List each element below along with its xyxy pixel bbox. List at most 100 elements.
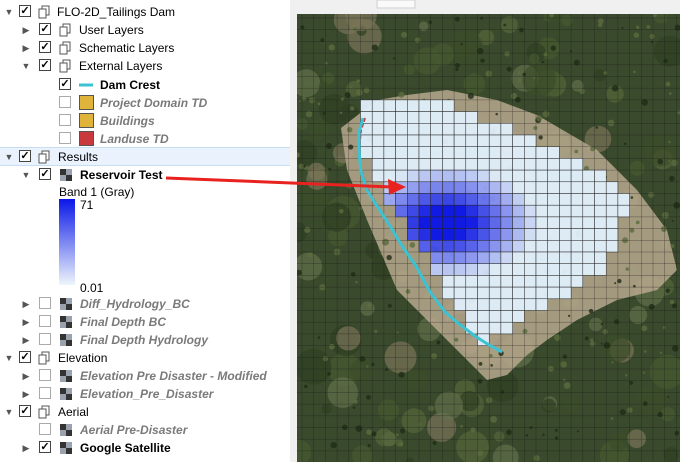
layer-checkbox[interactable]: ✓ bbox=[39, 41, 51, 53]
layer-checkbox[interactable] bbox=[39, 387, 51, 399]
tree-dot bbox=[588, 308, 594, 314]
expand-icon[interactable]: ▶ bbox=[21, 334, 31, 346]
layer-checkbox[interactable] bbox=[39, 369, 51, 381]
depth-cell bbox=[500, 251, 513, 264]
depth-cell bbox=[430, 240, 443, 253]
depth-cell bbox=[407, 204, 420, 218]
terrain-patch bbox=[307, 162, 326, 181]
layer-checkbox[interactable] bbox=[59, 96, 71, 108]
tree-dot bbox=[543, 52, 548, 57]
expand-icon[interactable]: ▶ bbox=[21, 24, 31, 36]
depth-cell bbox=[465, 181, 478, 194]
tree-dot bbox=[387, 303, 392, 308]
layer-checkbox[interactable]: ✓ bbox=[39, 23, 51, 35]
terrain-patch bbox=[603, 335, 631, 363]
layer-checkbox[interactable]: ✓ bbox=[39, 168, 51, 180]
tree-dot bbox=[657, 412, 663, 418]
panel-splitter[interactable] bbox=[290, 0, 297, 462]
layer-reservoir-test[interactable]: ▼ ✓ Reservoir Test bbox=[0, 166, 290, 184]
group-external-layers[interactable]: ▼ ✓ External Layers bbox=[0, 57, 290, 75]
layer-aerial-pre-disaster[interactable]: Aerial Pre-Disaster bbox=[0, 421, 290, 439]
depth-cell bbox=[488, 263, 502, 276]
tree-dot bbox=[374, 329, 378, 333]
depth-cell bbox=[488, 193, 502, 206]
layer-dam-crest[interactable]: ✓ Dam Crest bbox=[0, 76, 290, 94]
depth-cell bbox=[477, 134, 490, 147]
layer-final-depth-bc[interactable]: ▶ Final Depth BC bbox=[0, 313, 290, 331]
expand-icon[interactable]: ▶ bbox=[21, 298, 31, 310]
terrain-patch bbox=[350, 358, 375, 383]
layer-elevation-modified[interactable]: ▶ Elevation Pre Disaster - Modified bbox=[0, 367, 290, 385]
tree-dot bbox=[522, 328, 528, 334]
terrain-patch bbox=[588, 317, 603, 332]
depth-cell bbox=[477, 251, 490, 264]
layer-checkbox[interactable]: ✓ bbox=[39, 441, 51, 453]
group-results[interactable]: ▼ ✓ Results bbox=[0, 147, 290, 166]
tree-dot bbox=[554, 428, 558, 432]
depth-cell bbox=[418, 111, 431, 124]
tree-dot bbox=[304, 226, 311, 233]
depth-cell bbox=[535, 146, 548, 159]
layer-diff-hydrology[interactable]: ▶ Diff_Hydrology_BC bbox=[0, 295, 290, 313]
tree-dot bbox=[603, 71, 608, 75]
group-user-layers[interactable]: ▶ ✓ User Layers bbox=[0, 21, 290, 39]
tree-dot bbox=[648, 191, 655, 198]
root-checkbox[interactable]: ✓ bbox=[19, 5, 31, 17]
collapse-icon[interactable]: ▼ bbox=[4, 406, 14, 418]
layer-label: Final Depth Hydrology bbox=[80, 333, 209, 347]
group-schematic-layers[interactable]: ▶ ✓ Schematic Layers bbox=[0, 39, 290, 57]
group-aerial[interactable]: ▼ ✓ Aerial bbox=[0, 403, 290, 421]
layer-checkbox[interactable]: ✓ bbox=[59, 78, 71, 90]
depth-cell bbox=[477, 193, 490, 206]
depth-cell bbox=[453, 204, 467, 218]
terrain-patch bbox=[522, 62, 557, 97]
collapse-icon[interactable]: ▼ bbox=[4, 6, 14, 18]
layer-buildings[interactable]: Buildings bbox=[0, 112, 290, 130]
expand-icon[interactable]: ▶ bbox=[21, 42, 31, 54]
expand-icon[interactable]: ▶ bbox=[21, 388, 31, 400]
layer-checkbox[interactable] bbox=[39, 315, 51, 327]
layer-checkbox[interactable]: ✓ bbox=[39, 59, 51, 71]
depth-cell bbox=[407, 134, 420, 147]
depth-cell bbox=[360, 146, 373, 159]
layer-checkbox[interactable] bbox=[59, 114, 71, 126]
depth-cell bbox=[582, 251, 595, 264]
depth-cell bbox=[477, 310, 490, 323]
depth-cell bbox=[488, 240, 502, 253]
layer-checkbox[interactable] bbox=[39, 333, 51, 345]
collapse-icon[interactable]: ▼ bbox=[21, 60, 31, 72]
terrain-patch bbox=[403, 63, 415, 76]
collapse-icon[interactable]: ▼ bbox=[4, 151, 14, 163]
layer-checkbox[interactable] bbox=[59, 132, 71, 144]
depth-cell bbox=[407, 181, 420, 194]
expand-icon[interactable]: ▶ bbox=[21, 442, 31, 454]
tree-dot bbox=[661, 211, 669, 219]
layer-elevation-pre-disaster[interactable]: ▶ Elevation_Pre_Disaster bbox=[0, 385, 290, 403]
expand-icon[interactable]: ▶ bbox=[21, 370, 31, 382]
tree-dot bbox=[352, 406, 356, 409]
tree-dot bbox=[633, 32, 640, 38]
tree-dot bbox=[610, 417, 614, 420]
layer-checkbox[interactable]: ✓ bbox=[19, 351, 31, 363]
layer-tree-root[interactable]: ▼ ✓ FLO-2D_Tailings Dam bbox=[0, 3, 290, 21]
depth-cell bbox=[465, 228, 478, 241]
layer-checkbox[interactable]: ✓ bbox=[19, 405, 31, 417]
layer-checkbox[interactable] bbox=[39, 297, 51, 309]
depth-cell bbox=[547, 240, 560, 253]
depth-cell bbox=[430, 181, 443, 194]
layer-google-satellite[interactable]: ▶ ✓ Google Satellite bbox=[0, 439, 290, 457]
layer-final-depth-hydrology[interactable]: ▶ Final Depth Hydrology bbox=[0, 331, 290, 349]
layer-landuse[interactable]: Landuse TD bbox=[0, 130, 290, 148]
expand-icon[interactable]: ▶ bbox=[21, 316, 31, 328]
collapse-icon[interactable]: ▼ bbox=[21, 169, 31, 181]
depth-cell bbox=[570, 263, 584, 276]
layer-project-domain[interactable]: Project Domain TD bbox=[0, 94, 290, 112]
layer-checkbox[interactable]: ✓ bbox=[19, 150, 31, 162]
map-canvas[interactable] bbox=[297, 0, 680, 462]
terrain-patch bbox=[406, 369, 428, 391]
depth-cell bbox=[430, 99, 443, 112]
layer-checkbox[interactable] bbox=[39, 423, 51, 435]
collapse-icon[interactable]: ▼ bbox=[4, 352, 14, 364]
group-elevation[interactable]: ▼ ✓ Elevation bbox=[0, 349, 290, 367]
tree-dot bbox=[533, 125, 538, 131]
